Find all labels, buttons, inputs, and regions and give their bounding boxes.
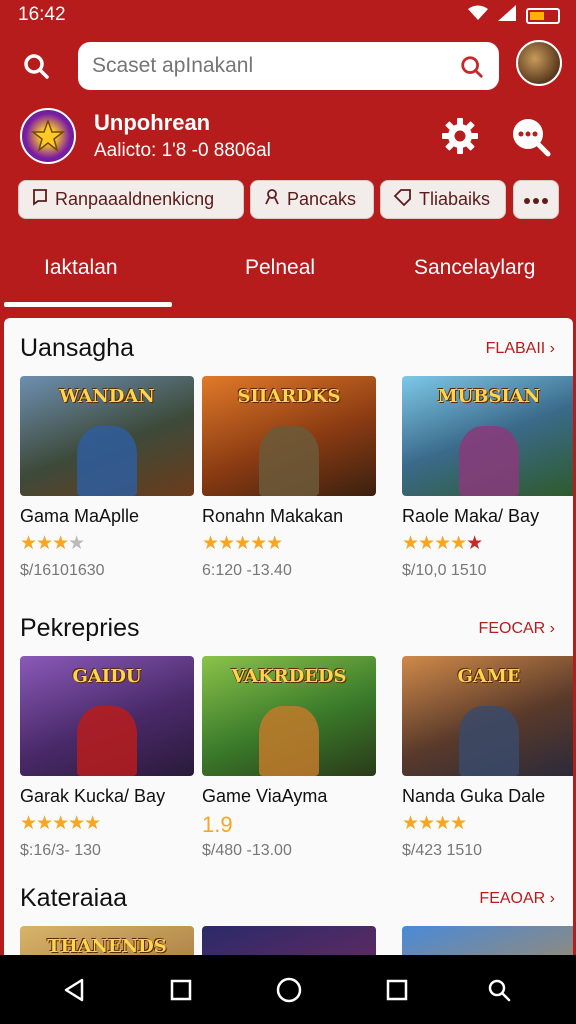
section-pekrepries: Pekrepries FEOCAR › GAIDU Garak Kucka/ B… xyxy=(4,614,573,884)
game-title: Nanda Guka Dale xyxy=(402,786,546,806)
content-panel: Uansagha FLABAII › WANDAN Gama MaAplle ★… xyxy=(4,318,573,958)
game-card[interactable]: SIIARDKS Ronahn Makakan ★★★★★ 6:120 -13.… xyxy=(202,376,378,579)
section-uansagha: Uansagha FLABAII › WANDAN Gama MaAplle ★… xyxy=(4,334,573,604)
game-card[interactable]: THANENDS xyxy=(20,926,196,958)
chat-search-icon[interactable] xyxy=(510,116,552,163)
system-nav-bar xyxy=(0,955,576,1024)
game-card[interactable]: MUBSIAN Raole Maka/ Bay ★★★★★ $/10,0 151… xyxy=(402,376,573,579)
section-title: Pekrepries xyxy=(20,614,140,642)
game-price: $/10,0 1510 xyxy=(402,562,487,579)
bookmark-icon xyxy=(31,188,49,211)
game-title: Ronahn Makakan xyxy=(202,506,344,526)
tab-iaktalan[interactable]: Iaktalan xyxy=(44,256,118,280)
game-card[interactable]: VAKRDEDS Game ViaAyma 1.9 $/480 -13.00 xyxy=(202,656,378,859)
star-rating: ★★★★ xyxy=(20,533,85,554)
search-bar[interactable] xyxy=(78,42,499,90)
game-thumbnail[interactable]: WANDAN xyxy=(20,376,194,496)
game-title: Garak Kucka/ Bay xyxy=(20,786,166,806)
profile-row: Unpohrean Aalicto: 1'8 -0 8806al xyxy=(0,100,576,174)
profile-name: Unpohrean xyxy=(94,110,211,135)
section-more-link[interactable]: FEAOAR › xyxy=(479,890,555,908)
chip-label: Ranpaaaldnenkicng xyxy=(55,189,215,209)
game-thumbnail[interactable]: THANENDS xyxy=(20,926,194,958)
more-dots-icon xyxy=(524,189,548,210)
search-nav-icon[interactable] xyxy=(484,975,514,1005)
tag-icon xyxy=(393,188,413,211)
profile-subtitle: Aalicto: 1'8 -0 8806al xyxy=(94,140,271,161)
section-more-link[interactable]: FLABAII › xyxy=(486,340,555,358)
search-field-icon[interactable] xyxy=(459,54,485,85)
gear-icon[interactable] xyxy=(440,116,480,161)
game-thumbnail[interactable]: MUBSIAN xyxy=(402,376,573,496)
search-row xyxy=(0,40,576,92)
chip-pancaks[interactable]: Pancaks xyxy=(250,180,374,219)
game-title: Game ViaAyma xyxy=(202,786,328,806)
game-card[interactable]: WANDAN Gama MaAplle ★★★★ $/16101630 xyxy=(20,376,196,579)
game-thumbnail[interactable]: GAIDU xyxy=(20,656,194,776)
game-title: Raole Maka/ Bay xyxy=(402,506,540,526)
game-price: $:16/3- 130 xyxy=(20,842,101,859)
tab-pelneal[interactable]: Pelneal xyxy=(245,256,315,280)
user-icon xyxy=(263,188,281,211)
star-rating: ★★★★ xyxy=(402,813,467,834)
game-thumbnail[interactable]: VAKRDEDS xyxy=(202,656,376,776)
game-price: $/423 1510 xyxy=(402,842,483,859)
overview-icon[interactable] xyxy=(382,975,412,1005)
more-options-button[interactable] xyxy=(513,180,559,219)
game-title: Gama MaAplle xyxy=(20,506,140,526)
app-header: 16:42 Unpohrean Aalicto: 1'8 -0 8806 xyxy=(0,0,576,310)
status-time: 16:42 xyxy=(18,4,66,25)
section-more-link[interactable]: FEOCAR › xyxy=(479,620,555,638)
chip-label: Pancaks xyxy=(287,189,357,209)
section-kateraiaa: Kateraiaa FEAOAR › THANENDS xyxy=(4,884,573,958)
section-title: Kateraiaa xyxy=(20,884,128,912)
game-card[interactable]: GAIDU Garak Kucka/ Bay ★★★★★ $:16/3- 130 xyxy=(20,656,196,859)
game-card[interactable] xyxy=(202,926,378,958)
game-price: 6:120 -13.40 xyxy=(202,562,292,579)
status-bar: 16:42 xyxy=(0,0,576,28)
search-icon[interactable] xyxy=(18,48,54,84)
signal-icon xyxy=(498,5,516,27)
rating-value: 1.9 xyxy=(202,812,233,837)
tab-sancelaylarg[interactable]: Sancelaylarg xyxy=(414,256,535,280)
section-title: Uansagha xyxy=(20,334,134,362)
star-rating: ★★★★★ xyxy=(402,533,483,554)
game-price: $/480 -13.00 xyxy=(202,842,292,859)
chip-label: Tliabaiks xyxy=(419,189,491,209)
wifi-icon xyxy=(468,5,488,27)
tab-bar: Iaktalan Pelneal Sancelaylarg xyxy=(0,240,576,310)
star-rating: ★★★★★ xyxy=(20,813,101,834)
profile-avatar[interactable] xyxy=(20,108,76,164)
chip-tliabaiks[interactable]: Tliabaiks xyxy=(380,180,506,219)
game-thumbnail[interactable] xyxy=(202,926,376,958)
game-thumbnail[interactable]: GAME xyxy=(402,656,573,776)
filter-chips: Ranpaaaldnenkicng Pancaks Tliabaiks xyxy=(0,180,576,220)
tab-indicator xyxy=(4,302,172,307)
game-card[interactable] xyxy=(402,926,573,958)
user-avatar[interactable] xyxy=(516,40,562,86)
battery-icon xyxy=(526,8,560,24)
status-icons xyxy=(468,5,560,27)
star-rating: ★★★★★ xyxy=(202,533,283,554)
chip-rankings[interactable]: Ranpaaaldnenkicng xyxy=(18,180,244,219)
game-card[interactable]: GAME Nanda Guka Dale ★★★★ $/423 1510 xyxy=(402,656,573,859)
game-price: $/16101630 xyxy=(20,562,105,579)
back-icon[interactable] xyxy=(60,975,90,1005)
game-thumbnail[interactable]: SIIARDKS xyxy=(202,376,376,496)
game-thumbnail[interactable] xyxy=(402,926,573,958)
home-icon[interactable] xyxy=(274,975,304,1005)
recents-icon[interactable] xyxy=(166,975,196,1005)
search-input[interactable] xyxy=(92,52,452,80)
